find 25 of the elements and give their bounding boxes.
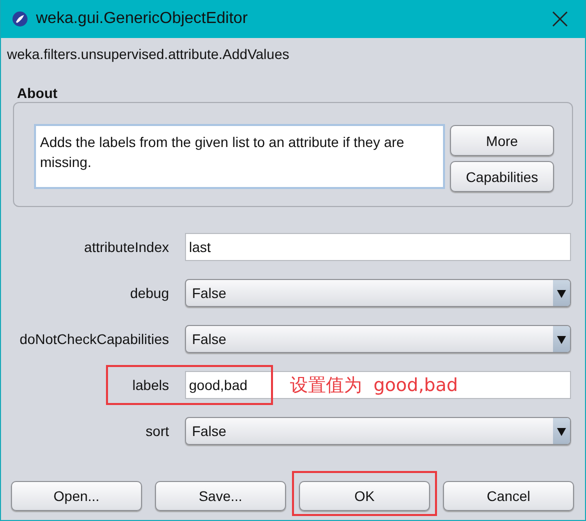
annotation-text: 设置值为 good,bad [290,374,458,397]
text-field[interactable]: last [185,233,571,261]
dialog-button[interactable]: Open... [11,481,142,511]
window-title: weka.gui.GenericObjectEditor [36,10,249,28]
dropdown[interactable]: False [185,417,571,445]
dialog-button[interactable]: Save... [155,481,286,511]
caret-icon [553,326,570,352]
section-heading: About [17,85,58,102]
class-name: weka.filters.unsupervised.attribute.AddValues [7,46,290,64]
about-button[interactable]: More [450,125,554,156]
dropdown[interactable]: False [185,325,571,353]
close-button[interactable] [552,11,568,27]
caret-icon [553,280,570,306]
property-label: attributeIndex [83,239,169,255]
dropdown[interactable]: False [185,279,571,307]
property-label: debug [129,285,169,301]
property-label: labels [131,377,169,393]
dialog-button[interactable]: OK [299,481,430,511]
property-label: sort [144,423,169,439]
caret-icon [553,418,570,444]
property-label: doNotCheckCapabilities [18,331,169,347]
description-text: Adds the labels from the given list to an attribute if they are missing. [34,124,445,189]
app-icon [12,11,28,27]
about-button[interactable]: Capabilities [450,161,554,192]
dialog-button[interactable]: Cancel [443,481,574,511]
